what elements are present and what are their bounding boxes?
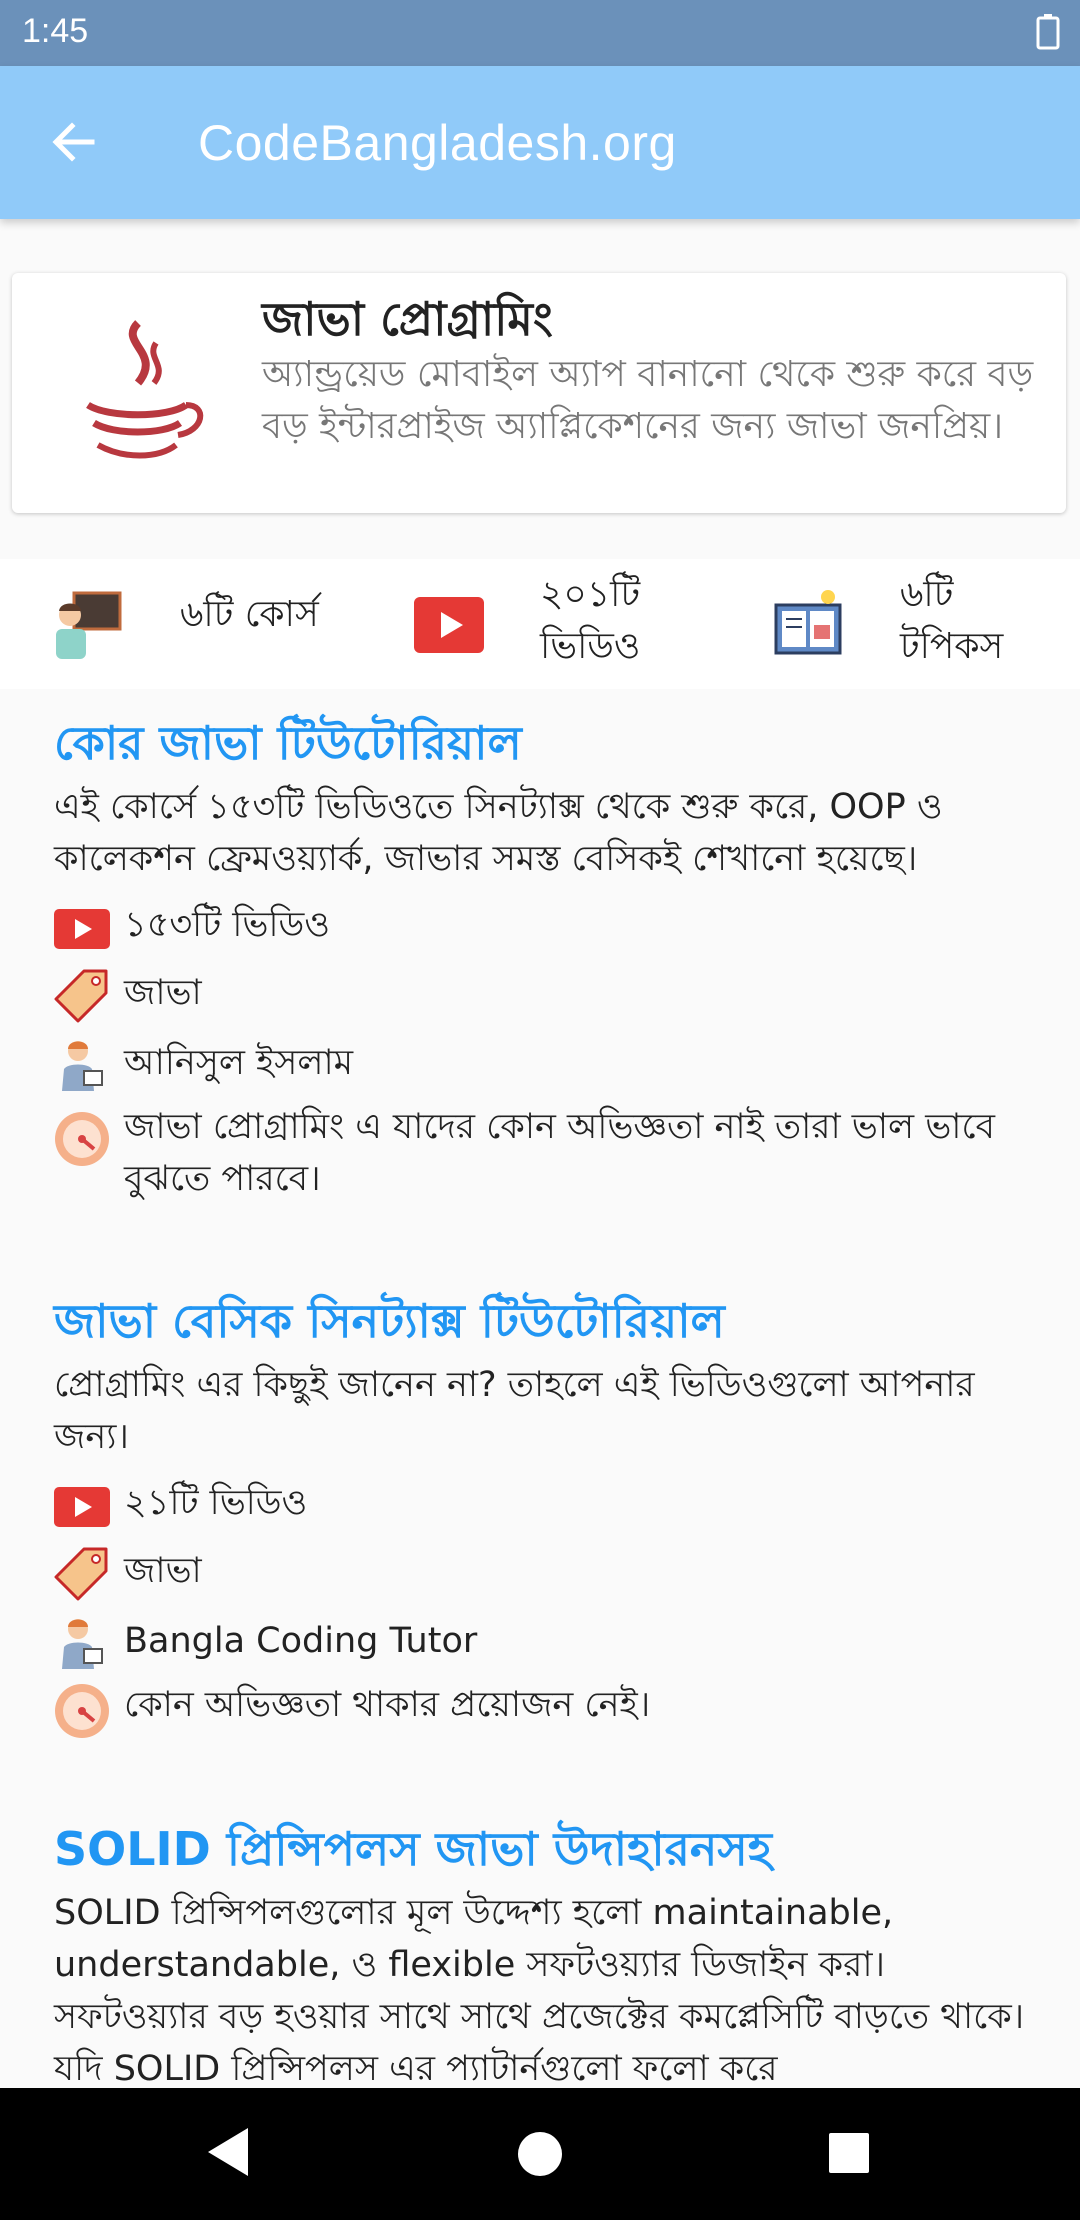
course-card-solid-principles[interactable]: SOLID প্রিন্সিপলস জাভা উদাহারনসহ SOLID প… xyxy=(0,1815,1080,2088)
book-idea-icon xyxy=(774,590,842,655)
stat-videos-count: ২০১টি xyxy=(540,574,641,615)
instructor-icon xyxy=(62,1619,103,1669)
app-bar: CodeBangladesh.org xyxy=(0,66,1080,219)
youtube-icon xyxy=(54,909,110,949)
course-level: কোন অভিজ্ঞতা থাকার প্রয়োজন নেই। xyxy=(124,1685,651,1725)
battery-icon xyxy=(1036,14,1060,54)
course-title[interactable]: জাভা বেসিক সিনট্যাক্স টিউটোরিয়াল xyxy=(54,1287,725,1363)
course-level: জাভা প্রোগ্রামিং এ যাদের কোন অভিজ্ঞতা না… xyxy=(124,1107,995,1199)
course-tag: জাভা xyxy=(124,973,202,1013)
course-tag: জাভা xyxy=(124,1551,202,1591)
instructor-icon xyxy=(62,1041,103,1091)
course-description: এই কোর্সে ১৫৩টি ভিডিওতে সিনট্যাক্স থেকে … xyxy=(54,787,943,879)
back-button[interactable] xyxy=(44,112,110,172)
content-scroll-area[interactable]: জাভা প্রোগ্রামিং অ্যান্ড্রয়েড মোবাইল অ্… xyxy=(0,219,1080,2088)
category-description: অ্যান্ড্রয়েড মোবাইল অ্যাপ বানানো থেকে শ… xyxy=(262,354,1034,447)
tag-icon xyxy=(54,1547,108,1601)
course-instructor: Bangla Coding Tutor xyxy=(124,1621,478,1661)
course-card-java-basic-syntax[interactable]: জাভা বেসিক সিনট্যাক্স টিউটোরিয়াল প্রোগ্… xyxy=(0,1287,1080,1747)
category-header-card: জাভা প্রোগ্রামিং অ্যান্ড্রয়েড মোবাইল অ্… xyxy=(12,273,1066,513)
course-videos-count: ১৫৩টি ভিডিও xyxy=(124,905,331,945)
stat-topics-unit: টপিকস xyxy=(900,626,1004,667)
youtube-icon xyxy=(414,597,484,653)
nav-back-icon[interactable] xyxy=(204,2124,252,2180)
course-instructor: আনিসুল ইসলাম xyxy=(124,1043,354,1083)
course-description: SOLID প্রিন্সিপলগুলোর মূল উদ্দেশ্য হলো m… xyxy=(54,1893,1025,2088)
course-title[interactable]: কোর জাভা টিউটোরিয়াল xyxy=(54,709,522,785)
nav-home-icon[interactable] xyxy=(514,2128,566,2180)
nav-recents-icon[interactable] xyxy=(826,2130,872,2176)
system-nav-bar xyxy=(0,2088,1080,2220)
java-logo-icon xyxy=(68,313,208,477)
gauge-icon xyxy=(55,1112,109,1166)
course-card-core-java[interactable]: কোর জাভা টিউটোরিয়াল এই কোর্সে ১৫৩টি ভিড… xyxy=(0,709,1080,1229)
course-videos-count: ২১টি ভিডিও xyxy=(124,1483,308,1523)
stat-courses-label: ৬টি কোর্স xyxy=(180,594,319,635)
arrow-back-icon xyxy=(52,122,95,162)
tag-icon xyxy=(54,969,108,1023)
stat-topics: ৬টি টপিকস xyxy=(774,559,1054,689)
status-time: 1:45 xyxy=(22,12,89,50)
course-title[interactable]: SOLID প্রিন্সিপলস জাভা উদাহারনসহ xyxy=(54,1815,772,1891)
app-title: CodeBangladesh.org xyxy=(198,115,677,171)
youtube-icon xyxy=(54,1487,110,1527)
stat-videos: ২০১টি ভিডিও xyxy=(414,559,714,689)
stat-topics-count: ৬টি xyxy=(900,574,954,615)
course-description: প্রোগ্রামিং এর কিছুই জানেন না? তাহলে এই … xyxy=(54,1365,975,1457)
stat-courses: ৬টি কোর্স xyxy=(52,559,382,689)
stat-videos-unit: ভিডিও xyxy=(540,626,641,667)
teacher-icon xyxy=(56,591,122,659)
gauge-icon xyxy=(55,1684,109,1738)
stats-row: ৬টি কোর্স ২০১টি ভিডিও ৬টি টপিকস xyxy=(0,559,1080,689)
status-bar: 1:45 xyxy=(0,0,1080,66)
